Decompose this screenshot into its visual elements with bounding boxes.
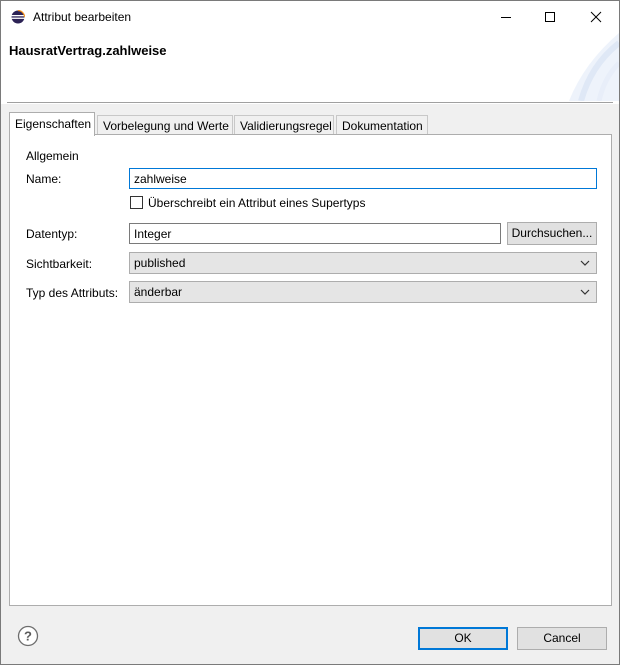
datatype-label: Datentyp: [26, 227, 78, 241]
visibility-select[interactable]: published [129, 252, 597, 274]
maximize-icon [545, 12, 555, 22]
section-label-allgemein: Allgemein [26, 149, 79, 163]
header-decoration [569, 33, 619, 101]
tab-panel-eigenschaften: Allgemein Name: Überschreibt ein Attribu… [9, 134, 612, 606]
eclipse-app-icon [11, 10, 25, 24]
visibility-label: Sichtbarkeit: [26, 257, 93, 271]
tab-validierungsregel[interactable]: Validierungsregel [234, 115, 334, 135]
close-button[interactable] [573, 1, 619, 33]
help-icon[interactable]: ? [17, 625, 39, 647]
visibility-value: published [134, 256, 186, 270]
override-supertype-checkbox[interactable] [130, 196, 143, 209]
attrtype-select[interactable]: änderbar [129, 281, 597, 303]
ok-button[interactable]: OK [418, 627, 508, 650]
title-bar[interactable]: Attribut bearbeiten [1, 1, 619, 33]
attrtype-label: Typ des Attributs: [26, 286, 119, 300]
browse-button[interactable]: Durchsuchen... [507, 222, 597, 245]
tab-vorbelegung-und-werte[interactable]: Vorbelegung und Werte [97, 115, 233, 135]
tab-dokumentation[interactable]: Dokumentation [336, 115, 428, 135]
minimize-button[interactable] [483, 1, 529, 33]
dialog-window: Attribut bearbeiten HausratVertrag.zahlw… [0, 0, 620, 665]
chevron-down-icon [580, 260, 590, 266]
dialog-header: HausratVertrag.zahlweise [1, 33, 619, 101]
name-label: Name: [26, 172, 62, 186]
maximize-button[interactable] [527, 1, 573, 33]
close-icon [590, 11, 602, 23]
tab-eigenschaften[interactable]: Eigenschaften [9, 112, 95, 136]
override-supertype-label: Überschreibt ein Attribut eines Supertyp… [148, 196, 366, 210]
datatype-input[interactable] [129, 223, 501, 244]
name-input[interactable] [129, 168, 597, 189]
header-title: HausratVertrag.zahlweise [9, 43, 167, 58]
help-symbol: ? [24, 629, 32, 644]
chevron-down-icon [580, 289, 590, 295]
window-title: Attribut bearbeiten [33, 10, 132, 24]
attrtype-value: änderbar [134, 285, 183, 299]
minimize-icon [501, 17, 511, 18]
cancel-button[interactable]: Cancel [517, 627, 607, 650]
